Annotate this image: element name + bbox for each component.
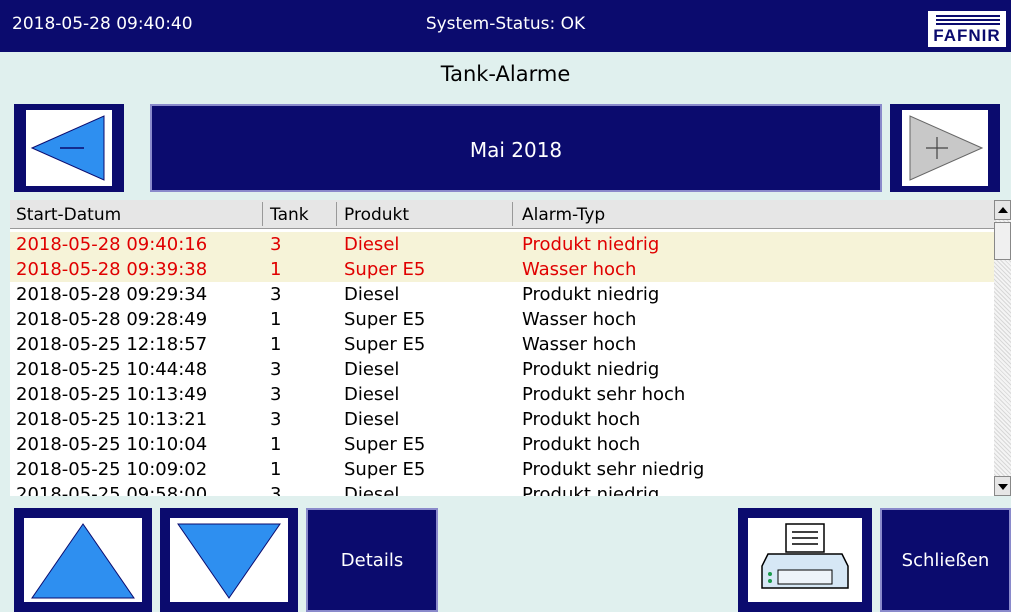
month-display: Mai 2018 [150,104,882,192]
cell-product: Super E5 [344,459,426,480]
scroll-up-button[interactable] [994,200,1011,220]
cell-alarm-type: Produkt niedrig [522,234,660,255]
table-row[interactable]: 2018-05-25 09:58:00 3 Diesel Produkt nie… [10,482,994,496]
scrollbar-thumb[interactable] [994,222,1011,260]
cell-alarm-type: Produkt sehr niedrig [522,459,705,480]
logo-text: FAFNIR [933,26,1001,45]
page-title: Tank-Alarme [440,62,571,86]
cell-start-date: 2018-05-25 12:18:57 [16,334,208,355]
cell-tank: 3 [270,359,282,380]
cell-product: Super E5 [344,434,426,455]
table-row[interactable]: 2018-05-28 09:40:16 3 Diesel Produkt nie… [10,232,994,257]
close-button[interactable]: Schließen [880,508,1011,612]
fafnir-logo: FAFNIR [927,10,1007,48]
cell-start-date: 2018-05-25 09:58:00 [16,484,208,496]
column-header-alarm-type[interactable]: Alarm-Typ [522,205,605,225]
cell-tank: 1 [270,434,282,455]
cell-product: Super E5 [344,309,426,330]
scroll-down-button-large[interactable] [160,508,298,612]
cell-product: Super E5 [344,334,426,355]
cell-alarm-type: Produkt niedrig [522,484,660,496]
table-header: Start-Datum Tank Produkt Alarm-Typ [10,200,994,229]
print-button[interactable] [738,508,872,612]
cell-start-date: 2018-05-28 09:40:16 [16,234,208,255]
alarm-table[interactable]: Start-Datum Tank Produkt Alarm-Typ 2018-… [10,200,1011,496]
column-header-tank[interactable]: Tank [270,205,309,225]
cell-tank: 1 [270,309,282,330]
cell-tank: 1 [270,334,282,355]
table-row[interactable]: 2018-05-25 10:09:02 1 Super E5 Produkt s… [10,457,994,482]
status-bar: 2018-05-28 09:40:40 System-Status: OK FA… [0,0,1011,52]
cell-start-date: 2018-05-28 09:29:34 [16,284,208,305]
printer-icon [761,523,849,589]
cell-product: Diesel [344,284,400,305]
cell-alarm-type: Wasser hoch [522,259,637,280]
down-arrow-icon [177,523,281,599]
cell-start-date: 2018-05-25 10:44:48 [16,359,208,380]
cell-tank: 3 [270,409,282,430]
cell-tank: 3 [270,234,282,255]
next-month-button[interactable] [890,104,1000,192]
cell-tank: 3 [270,484,282,496]
cell-tank: 1 [270,259,282,280]
cell-start-date: 2018-05-28 09:28:49 [16,309,208,330]
cell-alarm-type: Wasser hoch [522,309,637,330]
table-row[interactable]: 2018-05-25 10:10:04 1 Super E5 Produkt h… [10,432,994,457]
table-row[interactable]: 2018-05-28 09:29:34 3 Diesel Produkt nie… [10,282,994,307]
cell-product: Super E5 [344,259,426,280]
left-arrow-minus-icon [30,115,105,181]
scroll-up-button-large[interactable] [14,508,152,612]
system-status: System-Status: OK [425,14,586,34]
column-header-start-date[interactable]: Start-Datum [16,205,121,225]
table-row[interactable]: 2018-05-25 10:13:49 3 Diesel Produkt seh… [10,382,994,407]
column-header-product[interactable]: Produkt [344,205,409,225]
cell-alarm-type: Wasser hoch [522,334,637,355]
cell-tank: 3 [270,284,282,305]
table-row[interactable]: 2018-05-25 12:18:57 1 Super E5 Wasser ho… [10,332,994,357]
table-row[interactable]: 2018-05-25 10:44:48 3 Diesel Produkt nie… [10,357,994,382]
right-arrow-plus-icon [909,115,984,181]
details-button-label: Details [340,550,404,571]
cell-product: Diesel [344,384,400,405]
cell-alarm-type: Produkt niedrig [522,284,660,305]
cell-start-date: 2018-05-28 09:39:38 [16,259,208,280]
cell-start-date: 2018-05-25 10:13:21 [16,409,208,430]
cell-product: Diesel [344,234,400,255]
cell-product: Diesel [344,409,400,430]
close-button-label: Schließen [901,550,990,571]
table-row[interactable]: 2018-05-25 10:13:21 3 Diesel Produkt hoc… [10,407,994,432]
cell-product: Diesel [344,359,400,380]
cell-alarm-type: Produkt niedrig [522,359,660,380]
table-scrollbar[interactable] [994,200,1011,496]
details-button[interactable]: Details [306,508,438,612]
cell-product: Diesel [344,484,400,496]
cell-alarm-type: Produkt hoch [522,409,641,430]
cell-start-date: 2018-05-25 10:10:04 [16,434,208,455]
cell-tank: 1 [270,459,282,480]
cell-start-date: 2018-05-25 10:09:02 [16,459,208,480]
cell-tank: 3 [270,384,282,405]
cell-start-date: 2018-05-25 10:13:49 [16,384,208,405]
table-row[interactable]: 2018-05-28 09:39:38 1 Super E5 Wasser ho… [10,257,994,282]
cell-alarm-type: Produkt hoch [522,434,641,455]
previous-month-button[interactable] [14,104,124,192]
up-arrow-icon [31,523,135,599]
table-row[interactable]: 2018-05-28 09:28:49 1 Super E5 Wasser ho… [10,307,994,332]
scroll-down-button[interactable] [994,476,1011,496]
cell-alarm-type: Produkt sehr hoch [522,384,686,405]
month-label: Mai 2018 [469,138,563,162]
